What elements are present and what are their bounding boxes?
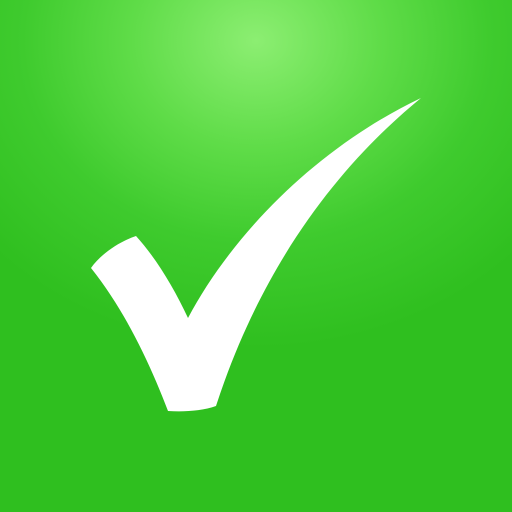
app-icon [0,0,512,512]
checkmark-icon [91,98,421,412]
checkmark-path [91,98,421,412]
